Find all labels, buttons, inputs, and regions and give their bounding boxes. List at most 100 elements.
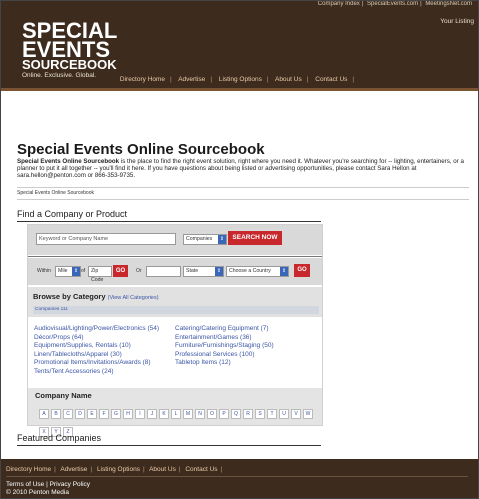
letter-index-button[interactable]: L — [171, 409, 181, 419]
copyright-text: © 2010 Penton Media — [6, 489, 69, 496]
category-link[interactable]: Linen/Tablecloths/Apparel (30) — [34, 351, 159, 360]
find-divider — [28, 256, 322, 257]
letter-index-button[interactable]: G — [111, 409, 121, 419]
location-go-button[interactable]: GO — [294, 264, 310, 277]
find-heading-rule — [17, 221, 321, 222]
category-list-left: Audiovisual/Lighting/Power/Electronics (… — [34, 325, 159, 377]
top-link-company-index[interactable]: Company Index — [318, 1, 360, 7]
letter-index-button[interactable]: R — [243, 409, 253, 419]
within-label: Within — [37, 268, 51, 274]
category-link[interactable]: Audiovisual/Lighting/Power/Electronics (… — [34, 325, 159, 334]
letter-index-button[interactable]: F — [99, 409, 109, 419]
letter-index-button[interactable]: A — [39, 409, 49, 419]
letter-index-button[interactable]: N — [195, 409, 205, 419]
letter-index-button[interactable]: D — [75, 409, 85, 419]
chevron-updown-icon: ⇕ — [280, 267, 288, 276]
footer-nav: Directory Home | Advertise | Listing Optio… — [6, 466, 223, 473]
top-link-meetingsnet[interactable]: MeetingsNet.com — [425, 1, 472, 7]
letter-index-button[interactable]: T — [267, 409, 277, 419]
featured-heading: Featured Companies — [17, 433, 102, 443]
letter-index-button[interactable]: W — [303, 409, 313, 419]
miles-select-value: Mile — [58, 268, 68, 274]
company-name-panel: Company Name A B C D E F G H I J K L M N O P Q R S T U V WX Y Z — [28, 388, 322, 437]
category-link[interactable]: Promotional Items/Invitations/Awards (8) — [34, 359, 159, 368]
logo-line3: SOURCEBOOK — [22, 57, 117, 73]
letter-index-button[interactable]: I — [135, 409, 145, 419]
search-now-button[interactable]: SEARCH NOW — [228, 231, 282, 245]
category-list-right: Catering/Catering Equipment (7) Entertai… — [175, 325, 274, 368]
letter-index-button[interactable]: J — [147, 409, 157, 419]
letter-index-button[interactable]: O — [207, 409, 217, 419]
browse-heading-text: Browse by Category — [33, 292, 106, 301]
search-row: Keyword or Company Name Companies ⇕ SEAR… — [28, 225, 322, 255]
category-link[interactable]: Furniture/Furnishings/Staging (50) — [175, 342, 274, 351]
footer-nav-advertise[interactable]: Advertise — [60, 466, 87, 473]
zip-go-button[interactable]: GO — [113, 265, 128, 277]
find-box: Keyword or Company Name Companies ⇕ SEAR… — [27, 224, 323, 437]
country-select[interactable]: Choose a Country ⇕ — [226, 266, 289, 277]
letter-index-button[interactable]: E — [87, 409, 97, 419]
letter-index-button[interactable]: K — [159, 409, 169, 419]
intro-paragraph: Special Events Online Sourcebook is the … — [17, 158, 467, 179]
state-select[interactable]: State ⇕ — [183, 266, 224, 277]
browse-category-panel: Browse by Category (View All Categories)… — [28, 287, 322, 317]
footer-rule — [6, 476, 468, 477]
nav-advertise[interactable]: Advertise — [178, 76, 205, 83]
page-title: Special Events Online Sourcebook — [17, 141, 265, 158]
letter-index-button[interactable]: H — [123, 409, 133, 419]
footer-nav-about-us[interactable]: About Us — [149, 466, 176, 473]
footer-nav-listing-options[interactable]: Listing Options — [97, 466, 140, 473]
browse-heading: Browse by Category (View All Categories) — [33, 292, 159, 301]
header-accent-strip — [1, 88, 478, 91]
or-label: Or — [136, 268, 142, 274]
type-select[interactable]: Companies ⇕ — [183, 234, 227, 245]
category-link[interactable]: Catering/Catering Equipment (7) — [175, 325, 274, 334]
category-link[interactable]: Décor/Props (64) — [34, 334, 159, 343]
category-link[interactable]: Equipment/Supplies, Rentals (10) — [34, 342, 159, 351]
footer-nav-directory-home[interactable]: Directory Home — [6, 466, 51, 473]
nav-about-us[interactable]: About Us — [275, 76, 302, 83]
site-header: Company Index | SpecialEvents.com | Meetin… — [1, 1, 478, 88]
chevron-updown-icon: ⇕ — [218, 235, 226, 244]
nav-listing-options[interactable]: Listing Options — [219, 76, 262, 83]
your-listing-link[interactable]: Your Listing — [440, 18, 474, 25]
or-input[interactable] — [146, 266, 181, 277]
of-label: of — [81, 268, 86, 274]
location-row: Within Mile ⇕ of Zip Code GO Or State ⇕ … — [28, 258, 322, 285]
chevron-updown-icon: ⇕ — [215, 267, 223, 276]
top-links: Company Index | SpecialEvents.com | Meetin… — [317, 1, 472, 7]
chevron-updown-icon: ⇕ — [72, 267, 80, 276]
state-select-value: State — [186, 268, 199, 274]
category-link[interactable]: Professional Services (100) — [175, 351, 274, 360]
zip-code-input[interactable]: Zip Code — [88, 266, 112, 283]
nav-contact-us[interactable]: Contact Us — [315, 76, 347, 83]
category-link[interactable]: Tents/Tent Accessories (24) — [34, 368, 159, 377]
featured-heading-rule — [17, 445, 321, 446]
find-heading: Find a Company or Product — [17, 209, 128, 219]
letter-index-button[interactable]: V — [291, 409, 301, 419]
terms-privacy-links[interactable]: Terms of Use | Privacy Policy — [6, 481, 90, 488]
letter-index-button[interactable]: B — [51, 409, 61, 419]
letter-index-button[interactable]: P — [219, 409, 229, 419]
letter-index-button[interactable]: C — [63, 409, 73, 419]
intro-bold: Special Events Online Sourcebook — [17, 158, 120, 165]
top-link-specialevents[interactable]: SpecialEvents.com — [367, 1, 418, 7]
letter-index-button[interactable]: S — [255, 409, 265, 419]
nav-directory-home[interactable]: Directory Home — [120, 76, 165, 83]
company-name-heading: Company Name — [35, 391, 92, 400]
miles-select[interactable]: Mile ⇕ — [55, 266, 81, 277]
main-nav: Directory Home | Advertise | Listing Optio… — [119, 76, 355, 83]
type-select-value: Companies — [186, 236, 213, 242]
category-link[interactable]: Entertainment/Games (36) — [175, 334, 274, 343]
category-crumb[interactable]: Companies 111 — [33, 306, 319, 314]
breadcrumb: Special Events Online Sourcebook — [17, 187, 469, 200]
page-frame: Company Index | SpecialEvents.com | Meetin… — [0, 0, 479, 499]
letter-index-button[interactable]: U — [279, 409, 289, 419]
letter-index-button[interactable]: Q — [231, 409, 241, 419]
keyword-search-input[interactable]: Keyword or Company Name — [36, 233, 176, 245]
category-link[interactable]: Tabletop Items (12) — [175, 359, 274, 368]
country-select-value: Choose a Country — [229, 268, 271, 274]
view-all-categories-link[interactable]: (View All Categories) — [108, 295, 159, 301]
letter-index-button[interactable]: M — [183, 409, 193, 419]
footer-nav-contact-us[interactable]: Contact Us — [185, 466, 217, 473]
